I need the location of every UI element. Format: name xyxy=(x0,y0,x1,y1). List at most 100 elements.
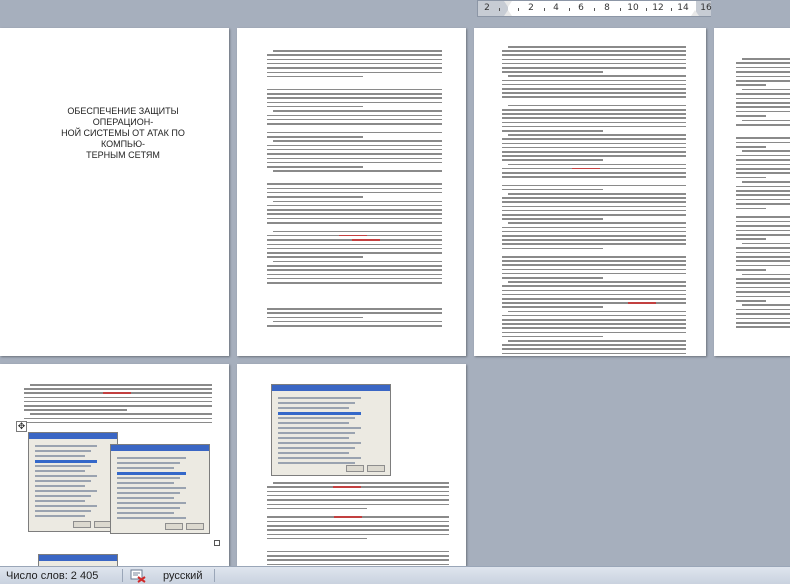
dialog-list-item xyxy=(117,507,180,509)
document-page-2[interactable] xyxy=(237,28,466,356)
document-page-5[interactable] xyxy=(0,364,229,566)
text-line xyxy=(502,142,686,145)
text-line xyxy=(736,185,790,188)
text-line xyxy=(736,225,790,227)
move-object-handle[interactable]: ✥ xyxy=(16,421,27,432)
text-line xyxy=(502,260,686,262)
text-line xyxy=(736,115,766,117)
text-line xyxy=(736,106,790,108)
ruler-label: 10 xyxy=(627,3,639,13)
dialog-list-item xyxy=(278,412,361,415)
dialog-button xyxy=(367,465,385,472)
text-line xyxy=(24,417,212,420)
word-count[interactable]: Число слов: 2 405 xyxy=(6,569,98,583)
text-line xyxy=(267,131,442,134)
text-line xyxy=(502,289,686,292)
document-page-4[interactable] xyxy=(714,28,790,356)
text-line xyxy=(736,216,790,218)
document-page-3[interactable] xyxy=(474,28,706,356)
text-line xyxy=(267,555,449,557)
dialog-list-item xyxy=(117,482,174,484)
text-line xyxy=(502,79,686,82)
text-line xyxy=(502,293,686,296)
text-line xyxy=(502,50,686,52)
text-line xyxy=(502,277,604,279)
text-line xyxy=(502,197,686,199)
document-page-6[interactable] xyxy=(237,364,466,566)
language-indicator[interactable]: русский xyxy=(163,569,202,583)
text-line xyxy=(502,138,686,140)
text-line xyxy=(502,285,686,287)
document-page-1[interactable]: ОБЕСПЕЧЕНИЕ ЗАЩИТЫ ОПЕРАЦИОН- НОЙ СИСТЕМ… xyxy=(0,28,229,356)
text-line xyxy=(508,134,686,136)
text-line xyxy=(736,190,790,192)
first-line-indent-marker[interactable] xyxy=(504,1,512,7)
text-line xyxy=(502,264,686,266)
right-indent-marker[interactable] xyxy=(691,10,699,16)
text-line xyxy=(736,251,790,254)
dialog-list-item xyxy=(117,517,186,519)
text-line xyxy=(267,144,442,147)
dialog-list-item xyxy=(117,457,186,459)
text-line xyxy=(267,58,442,61)
text-line xyxy=(267,277,442,280)
text-line xyxy=(502,151,686,153)
text-line xyxy=(273,140,442,142)
text-line xyxy=(502,113,686,115)
dialog-list-item xyxy=(35,510,91,512)
text-line xyxy=(502,54,686,56)
text-line xyxy=(736,291,790,293)
horizontal-ruler[interactable]: 2 2 4 6 8 10 12 14 16 xyxy=(477,0,712,17)
text-line xyxy=(502,88,686,90)
dialog-list-item xyxy=(278,452,349,454)
text-line xyxy=(267,252,442,254)
dialog-list-item xyxy=(278,447,355,449)
highlighted-text xyxy=(628,302,656,304)
text-line xyxy=(736,84,766,86)
ruler-label: 2 xyxy=(528,3,534,13)
text-line xyxy=(502,272,686,275)
text-line xyxy=(24,388,212,390)
text-line xyxy=(502,172,686,174)
text-line xyxy=(502,130,604,132)
hanging-indent-marker[interactable] xyxy=(504,10,512,16)
text-line xyxy=(273,482,449,484)
text-line xyxy=(267,217,442,220)
dialog-list-item xyxy=(278,427,361,429)
text-line xyxy=(267,559,449,561)
text-line xyxy=(736,110,790,113)
dialog-button xyxy=(165,523,183,530)
text-line xyxy=(267,222,442,224)
text-line xyxy=(267,97,442,99)
text-line xyxy=(736,278,790,280)
text-line xyxy=(502,155,686,157)
dialog-button xyxy=(73,521,91,528)
text-line xyxy=(502,335,604,338)
text-line xyxy=(736,141,790,144)
text-line xyxy=(736,93,790,95)
dialog-list-item xyxy=(35,490,97,492)
text-line xyxy=(267,196,364,198)
text-line xyxy=(736,260,790,262)
spelling-check-icon[interactable] xyxy=(130,569,146,583)
status-separator xyxy=(122,569,123,582)
text-line xyxy=(273,230,442,233)
text-line xyxy=(736,220,790,223)
dialog-list-item xyxy=(35,495,91,497)
text-line xyxy=(502,201,686,203)
title-line: ОБЕСПЕЧЕНИЕ ЗАЩИТЫ ОПЕРАЦИОН- xyxy=(67,106,179,127)
text-line xyxy=(736,203,790,205)
text-line xyxy=(30,384,212,386)
text-line xyxy=(508,163,686,166)
text-line xyxy=(736,102,790,104)
text-line xyxy=(742,304,790,306)
text-line xyxy=(273,170,442,172)
text-line xyxy=(736,163,790,166)
text-line xyxy=(502,67,686,69)
dialog-list-item xyxy=(35,505,97,507)
text-line xyxy=(267,529,449,531)
text-line xyxy=(267,494,449,497)
text-line xyxy=(267,503,449,505)
object-resize-handle[interactable] xyxy=(214,540,220,546)
text-line xyxy=(502,83,686,86)
